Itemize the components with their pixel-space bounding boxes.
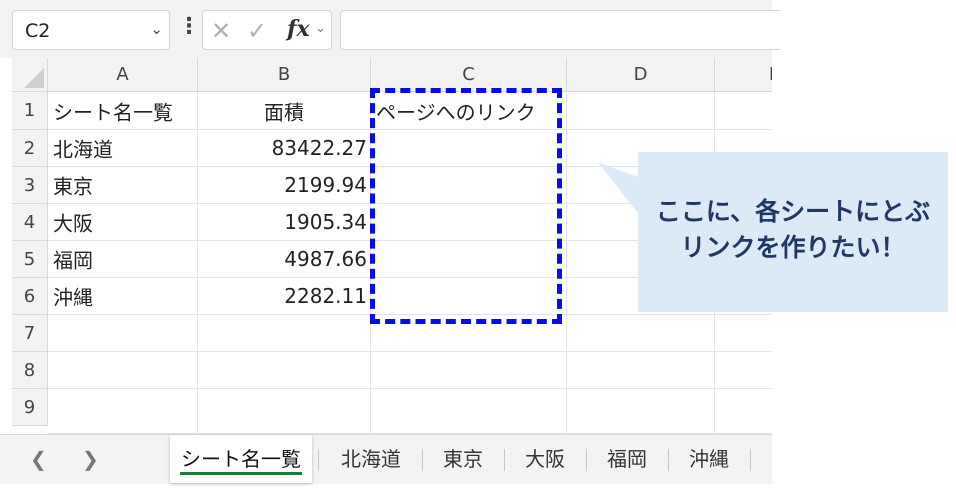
callout-line-2: リンクを作りたい！	[680, 233, 906, 262]
cell-d1[interactable]	[567, 92, 715, 130]
tab-separator	[586, 449, 587, 471]
cell-c9[interactable]	[371, 389, 567, 434]
cell-a9[interactable]	[48, 389, 198, 434]
tab-separator	[504, 449, 505, 471]
cell-b9[interactable]	[198, 389, 371, 434]
cell-e8[interactable]	[715, 352, 772, 389]
cell-b3[interactable]: 2199.94	[198, 167, 371, 204]
cell-a4[interactable]: 大阪	[48, 204, 198, 241]
more-options-icon[interactable]: ⋮	[178, 14, 200, 39]
formula-bar: C2 ⌄ ⋮ ✕ ✓ fx ⌄	[0, 0, 780, 58]
sheet-tab-osaka[interactable]: 大阪	[508, 435, 582, 483]
formula-controls: ✕ ✓ fx ⌄	[202, 10, 332, 50]
row-header-3[interactable]: 3	[12, 167, 48, 204]
cell-c1[interactable]: ページへのリンク	[371, 92, 567, 130]
active-tab-underline	[180, 472, 302, 475]
enter-check-icon[interactable]: ✓	[247, 17, 267, 45]
sheet-tab-label: 沖縄	[689, 447, 729, 471]
column-header-c[interactable]: C	[371, 58, 567, 92]
cell-a3[interactable]: 東京	[48, 167, 198, 204]
column-header-b[interactable]: B	[198, 58, 371, 92]
sheet-tab-label: 大阪	[525, 447, 565, 471]
row-header-4[interactable]: 4	[12, 204, 48, 241]
column-header-d[interactable]: D	[567, 58, 715, 92]
cell-a5[interactable]: 福岡	[48, 241, 198, 278]
cell-d8[interactable]	[567, 352, 715, 389]
cell-b6[interactable]: 2282.11	[198, 278, 371, 315]
name-box[interactable]: C2 ⌄	[12, 10, 170, 50]
cell-c7[interactable]	[371, 315, 567, 352]
cell-c2[interactable]	[371, 130, 567, 167]
row-header-8[interactable]: 8	[12, 352, 48, 389]
sheet-tab-label: 北海道	[341, 447, 401, 471]
cell-d9[interactable]	[567, 389, 715, 434]
cell-c6[interactable]	[371, 278, 567, 315]
cell-d7[interactable]	[567, 315, 715, 352]
cell-e7[interactable]	[715, 315, 772, 352]
cell-b2[interactable]: 83422.27	[198, 130, 371, 167]
callout-text: ここに、各シートにとぶ リンクを作りたい！	[638, 194, 948, 266]
sheet-tabs-bar: ❮ ❯ シート名一覧 北海道 東京 大阪 福岡 沖縄	[0, 434, 772, 484]
cancel-icon[interactable]: ✕	[211, 17, 231, 45]
sheet-tab-label: 福岡	[607, 447, 647, 471]
sheet-tab-tokyo[interactable]: 東京	[426, 435, 500, 483]
cell-a7[interactable]	[48, 315, 198, 352]
sheet-tab-label: シート名一覧	[181, 447, 301, 471]
select-all-button[interactable]	[12, 58, 48, 92]
row-header-5[interactable]: 5	[12, 241, 48, 278]
sheet-tab-list[interactable]: シート名一覧	[170, 435, 312, 483]
cell-a6[interactable]: 沖縄	[48, 278, 198, 315]
callout-line-1: ここに、各シートにとぶ	[655, 197, 931, 226]
row-header-2[interactable]: 2	[12, 130, 48, 167]
cell-e9[interactable]	[715, 389, 772, 434]
tab-separator	[668, 449, 669, 471]
cell-b5[interactable]: 4987.66	[198, 241, 371, 278]
sheet-tab-hokkaido[interactable]: 北海道	[326, 435, 416, 483]
cell-e1[interactable]	[715, 92, 772, 130]
sheet-tab-fukuoka[interactable]: 福岡	[590, 435, 664, 483]
formula-input[interactable]	[340, 10, 780, 50]
column-header-a[interactable]: A	[48, 58, 198, 92]
cell-c5[interactable]	[371, 241, 567, 278]
column-header-e[interactable]: E	[715, 58, 772, 92]
cell-a8[interactable]	[48, 352, 198, 389]
cell-b7[interactable]	[198, 315, 371, 352]
chevron-left-icon[interactable]: ❮	[30, 447, 47, 471]
cell-b1[interactable]: 面積	[198, 92, 371, 130]
chevron-right-icon[interactable]: ❯	[82, 447, 99, 471]
tab-separator	[750, 449, 751, 471]
cell-c8[interactable]	[371, 352, 567, 389]
tab-separator	[422, 449, 423, 471]
callout-box: ここに、各シートにとぶ リンクを作りたい！	[638, 152, 948, 312]
cell-a2[interactable]: 北海道	[48, 130, 198, 167]
name-box-value: C2	[25, 20, 51, 42]
tab-separator	[318, 449, 319, 471]
row-header-7[interactable]: 7	[12, 315, 48, 352]
chevron-down-icon[interactable]: ⌄	[150, 20, 163, 38]
row-header-6[interactable]: 6	[12, 278, 48, 315]
row-header-1[interactable]: 1	[12, 92, 48, 130]
cell-b8[interactable]	[198, 352, 371, 389]
sheet-tab-okinawa[interactable]: 沖縄	[672, 435, 746, 483]
cell-c3[interactable]	[371, 167, 567, 204]
cell-a1[interactable]: シート名一覧	[48, 92, 198, 130]
chevron-down-icon[interactable]: ⌄	[315, 21, 326, 36]
cell-c4[interactable]	[371, 204, 567, 241]
cell-b4[interactable]: 1905.34	[198, 204, 371, 241]
insert-function-button[interactable]: fx	[287, 16, 310, 42]
row-header-9[interactable]: 9	[12, 389, 48, 426]
sheet-tab-label: 東京	[443, 447, 483, 471]
